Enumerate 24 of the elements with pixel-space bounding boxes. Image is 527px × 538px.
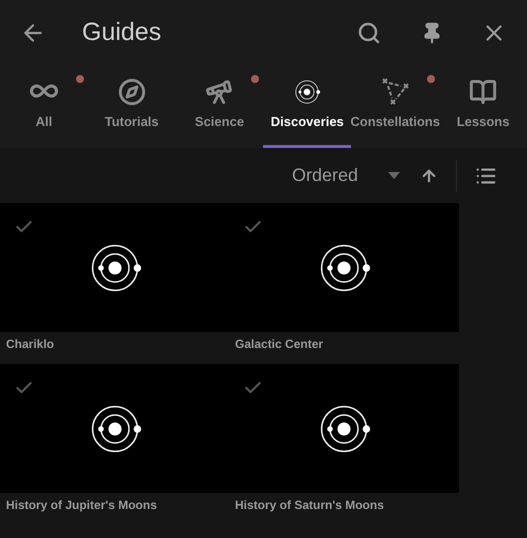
guide-title: History of Jupiter's Moons [6, 497, 158, 514]
orbit-icon [293, 78, 322, 106]
category-tab[interactable]: Science [176, 65, 264, 148]
book-reader-icon [469, 78, 498, 106]
guide-thumbnail[interactable] [0, 364, 229, 493]
guide-title: History of Saturn's Moons [235, 497, 385, 514]
category-tab[interactable]: Lessons [439, 65, 527, 148]
page-title: Guides [82, 16, 162, 48]
telescope-icon [205, 78, 234, 106]
guide-thumbnail[interactable] [229, 364, 459, 493]
caret-icon [388, 172, 400, 179]
guide-title: Chariklo [6, 336, 56, 353]
sort-direction-button[interactable] [420, 166, 438, 184]
category-tab[interactable]: All [0, 65, 88, 148]
guide-thumbnail[interactable] [229, 203, 459, 332]
guide-thumbnail[interactable] [0, 203, 229, 332]
category-tab[interactable]: Constellations [351, 65, 440, 148]
constellation-icon [380, 76, 410, 106]
category-tab[interactable]: Tutorials [88, 65, 176, 148]
compass-icon [118, 78, 146, 106]
search-button[interactable] [357, 20, 381, 44]
guide-title: Galactic Center [235, 336, 324, 353]
category-tab[interactable]: Discoveries [263, 65, 352, 148]
sort-dropdown[interactable]: Ordered [292, 162, 400, 189]
